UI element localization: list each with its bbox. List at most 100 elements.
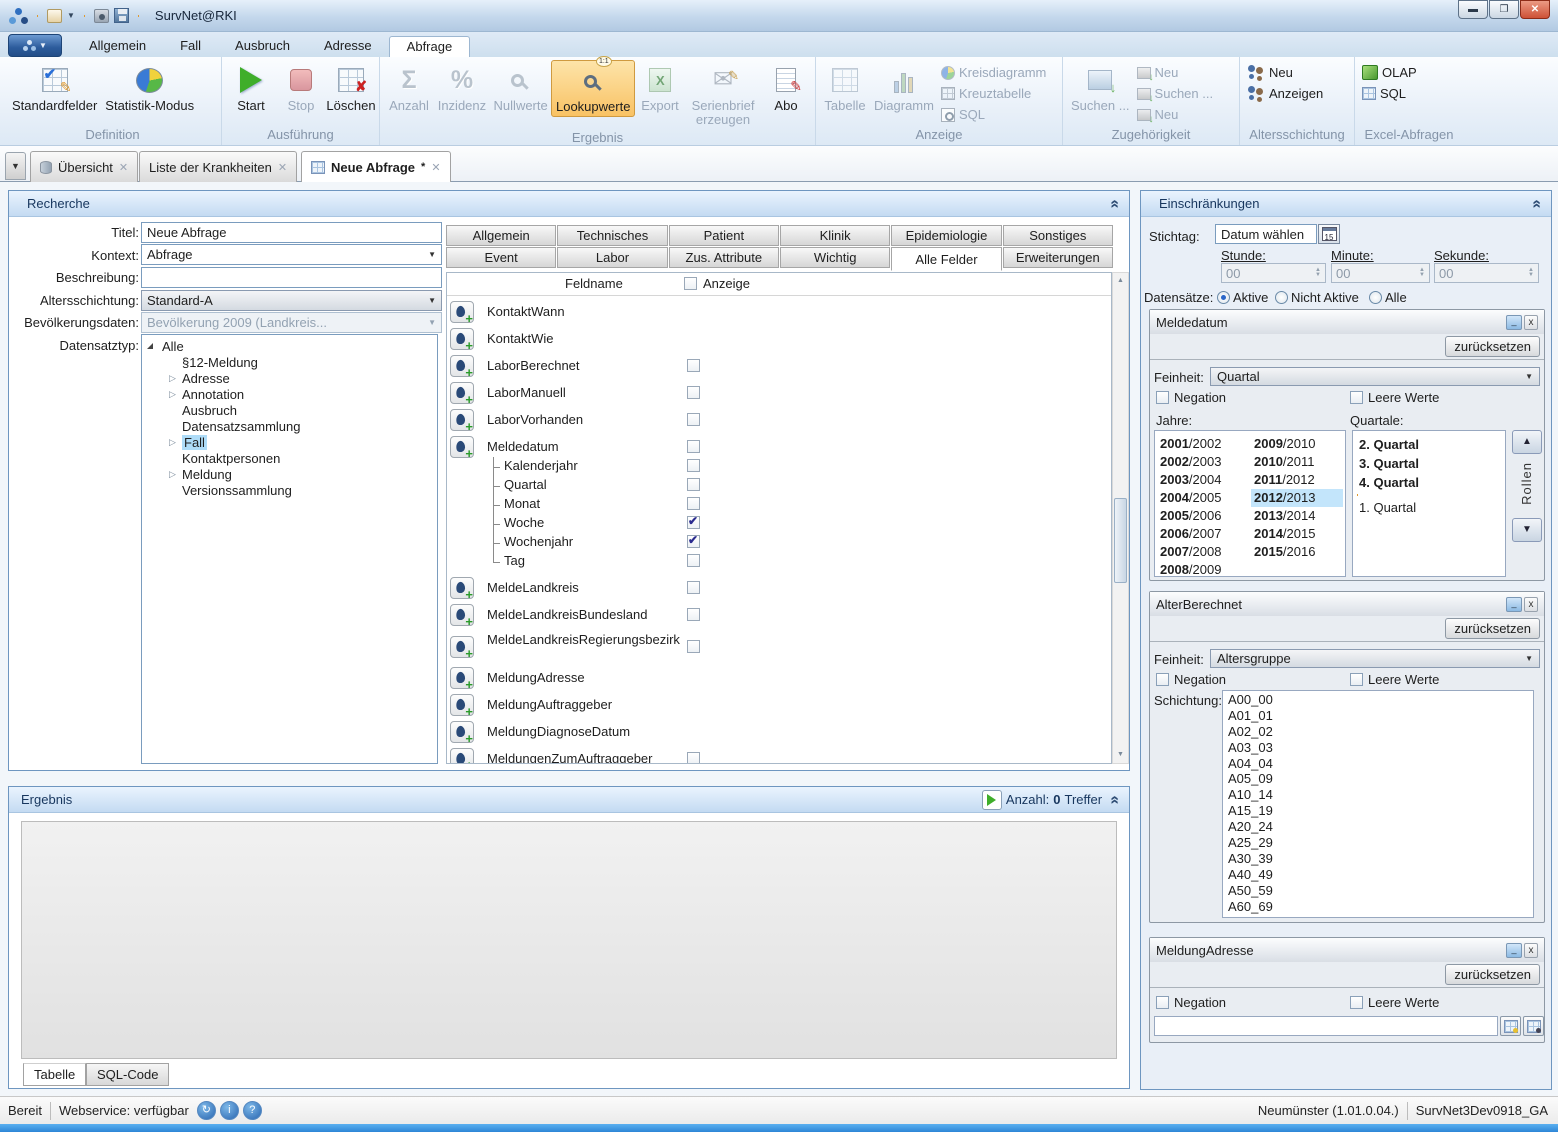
altersgruppe-item[interactable]: A70_: [1225, 914, 1533, 918]
radio-aktive[interactable]: [1217, 291, 1230, 304]
tree-item-annotation[interactable]: ▷ Annotation: [142, 386, 437, 402]
dropdown-caret-icon[interactable]: ▼: [67, 11, 75, 20]
close-button[interactable]: ✕: [1520, 0, 1550, 19]
radio-nicht-aktive-label[interactable]: Nicht Aktive: [1291, 290, 1359, 305]
feinheit-select[interactable]: Quartal▼: [1210, 367, 1540, 386]
leere-werte-checkbox[interactable]: [1350, 673, 1363, 686]
year-item[interactable]: 2007/2008: [1157, 543, 1249, 561]
altersgruppe-item[interactable]: A40_49: [1225, 867, 1533, 883]
zuruecksetzen-button[interactable]: zurücksetzen: [1445, 618, 1540, 639]
zugehoerigkeit-suchen-button[interactable]: Suchen ...: [1134, 83, 1217, 104]
anzeige-header-checkbox[interactable]: [684, 277, 697, 290]
year-item[interactable]: 2003/2004: [1157, 471, 1249, 489]
altersgruppe-item[interactable]: A04_04: [1225, 756, 1533, 772]
collapse-chevron-icon[interactable]: «: [1106, 199, 1124, 208]
close-tab-icon[interactable]: ✕: [278, 161, 287, 174]
year-item[interactable]: 2009/2010: [1251, 435, 1343, 453]
year-item[interactable]: 2005/2006: [1157, 507, 1249, 525]
tab-epidemiologie[interactable]: Epidemiologie: [891, 225, 1001, 246]
lookupwerte-button[interactable]: 1:1 Lookupwerte: [551, 60, 635, 117]
abo-button[interactable]: Abo: [761, 60, 811, 115]
tree-expander-icon[interactable]: ▷: [169, 469, 176, 480]
anzeige-checkbox[interactable]: [687, 752, 700, 764]
scrollbar-thumb[interactable]: [1114, 498, 1127, 583]
add-filter-button[interactable]: [450, 301, 474, 323]
radio-aktive-label[interactable]: Aktive: [1233, 290, 1268, 305]
vertical-scrollbar[interactable]: ▲ ▼: [1112, 272, 1129, 764]
sekunde-spinner[interactable]: 00 ▲▼: [1434, 263, 1539, 283]
export-button[interactable]: Export: [635, 60, 685, 115]
add-filter-button[interactable]: [450, 694, 474, 716]
app-menu-button[interactable]: ▼: [8, 34, 62, 57]
tab-liste-der-krankheiten[interactable]: Liste der Krankheiten ✕: [139, 151, 297, 182]
spinner-arrows-icon[interactable]: ▲▼: [1419, 268, 1425, 278]
negation-label[interactable]: Negation: [1174, 995, 1226, 1010]
anzeige-checkbox[interactable]: [687, 413, 700, 426]
tree-item-ausbruch[interactable]: Ausbruch: [142, 402, 437, 418]
start-button[interactable]: Start: [226, 60, 276, 115]
run-query-button[interactable]: [982, 790, 1002, 810]
titel-input[interactable]: Neue Abfrage: [141, 222, 442, 243]
loeschen-button[interactable]: Löschen: [326, 60, 376, 115]
scroll-down-icon[interactable]: ▼: [1113, 747, 1128, 763]
stichtag-input[interactable]: Datum wählen: [1215, 224, 1317, 244]
close-card-button[interactable]: x: [1524, 315, 1538, 330]
tab-zus-attribute[interactable]: Zus. Attribute: [669, 247, 779, 268]
tabelle-button[interactable]: Tabelle: [820, 60, 870, 115]
add-filter-button[interactable]: [450, 436, 474, 458]
negation-label[interactable]: Negation: [1174, 672, 1226, 687]
anzeige-checkbox[interactable]: [687, 581, 700, 594]
year-item[interactable]: 2014/2015: [1251, 525, 1343, 543]
tab-allgemein[interactable]: Allgemein: [446, 225, 556, 246]
feinheit-select[interactable]: Altersgruppe▼: [1210, 649, 1540, 668]
negation-label[interactable]: Negation: [1174, 390, 1226, 405]
close-tab-icon[interactable]: ✕: [119, 161, 128, 174]
add-filter-button[interactable]: [450, 409, 474, 431]
altersgruppe-item[interactable]: A01_01: [1225, 708, 1533, 724]
spinner-arrows-icon[interactable]: ▲▼: [1315, 268, 1321, 278]
altersgruppe-item[interactable]: A00_00: [1225, 692, 1533, 708]
anzeige-checkbox[interactable]: [687, 608, 700, 621]
negation-checkbox[interactable]: [1156, 673, 1169, 686]
help-icon[interactable]: ?: [243, 1101, 262, 1120]
collapse-chevron-icon[interactable]: «: [1106, 795, 1124, 804]
nullwerte-button[interactable]: Nullwerte: [490, 60, 552, 115]
minimize-card-button[interactable]: _: [1506, 315, 1522, 330]
diagramm-button[interactable]: Diagramm: [870, 60, 938, 115]
inzidenz-button[interactable]: % Inzidenz: [434, 60, 490, 115]
stop-button[interactable]: Stop: [276, 60, 326, 115]
beschreibung-input[interactable]: [141, 267, 442, 288]
tab-list-menu-button[interactable]: ▼: [5, 152, 26, 180]
altersgruppe-item[interactable]: A25_29: [1225, 835, 1533, 851]
altersgruppe-item[interactable]: A50_59: [1225, 883, 1533, 899]
kontext-select[interactable]: Abfrage▼: [141, 244, 442, 265]
negation-checkbox[interactable]: [1156, 996, 1169, 1009]
radio-nicht-aktive[interactable]: [1275, 291, 1288, 304]
add-filter-button[interactable]: [450, 604, 474, 626]
tab-erweiterungen[interactable]: Erweiterungen: [1003, 247, 1113, 268]
tree-item-alle[interactable]: Alle: [142, 338, 437, 354]
altersgruppe-item[interactable]: A10_14: [1225, 787, 1533, 803]
year-item-selected[interactable]: 2012/2013: [1251, 489, 1343, 507]
minimize-button[interactable]: ▬: [1458, 0, 1488, 19]
package-icon[interactable]: [47, 9, 62, 23]
year-item[interactable]: 2011/2012: [1251, 471, 1343, 489]
year-item[interactable]: 2004/2005: [1157, 489, 1249, 507]
save-icon[interactable]: [114, 8, 129, 23]
quartal-item-selected[interactable]: 4. Quartal: [1353, 473, 1505, 492]
year-item[interactable]: 2010/2011: [1251, 453, 1343, 471]
anzeige-checkbox[interactable]: [687, 440, 700, 453]
close-card-button[interactable]: x: [1524, 597, 1538, 612]
anzeige-checkbox[interactable]: [687, 478, 700, 491]
tree-item-adresse[interactable]: ▷ Adresse: [142, 370, 437, 386]
tree-expander-icon[interactable]: ▷: [169, 389, 176, 400]
anzeige-checkbox[interactable]: [687, 359, 700, 372]
zugehoerigkeit-neu-button[interactable]: Neu: [1134, 62, 1217, 83]
altersschichtung-anzeigen-button[interactable]: Anzeigen: [1244, 83, 1326, 104]
altersgruppe-item[interactable]: A60_69: [1225, 899, 1533, 915]
tab-neue-abfrage[interactable]: Neue Abfrage * ✕: [301, 151, 451, 182]
anzahl-button[interactable]: Σ Anzahl: [384, 60, 434, 115]
tree-expander-icon[interactable]: ▷: [169, 373, 176, 384]
negation-checkbox[interactable]: [1156, 391, 1169, 404]
tab-klinik[interactable]: Klinik: [780, 225, 890, 246]
